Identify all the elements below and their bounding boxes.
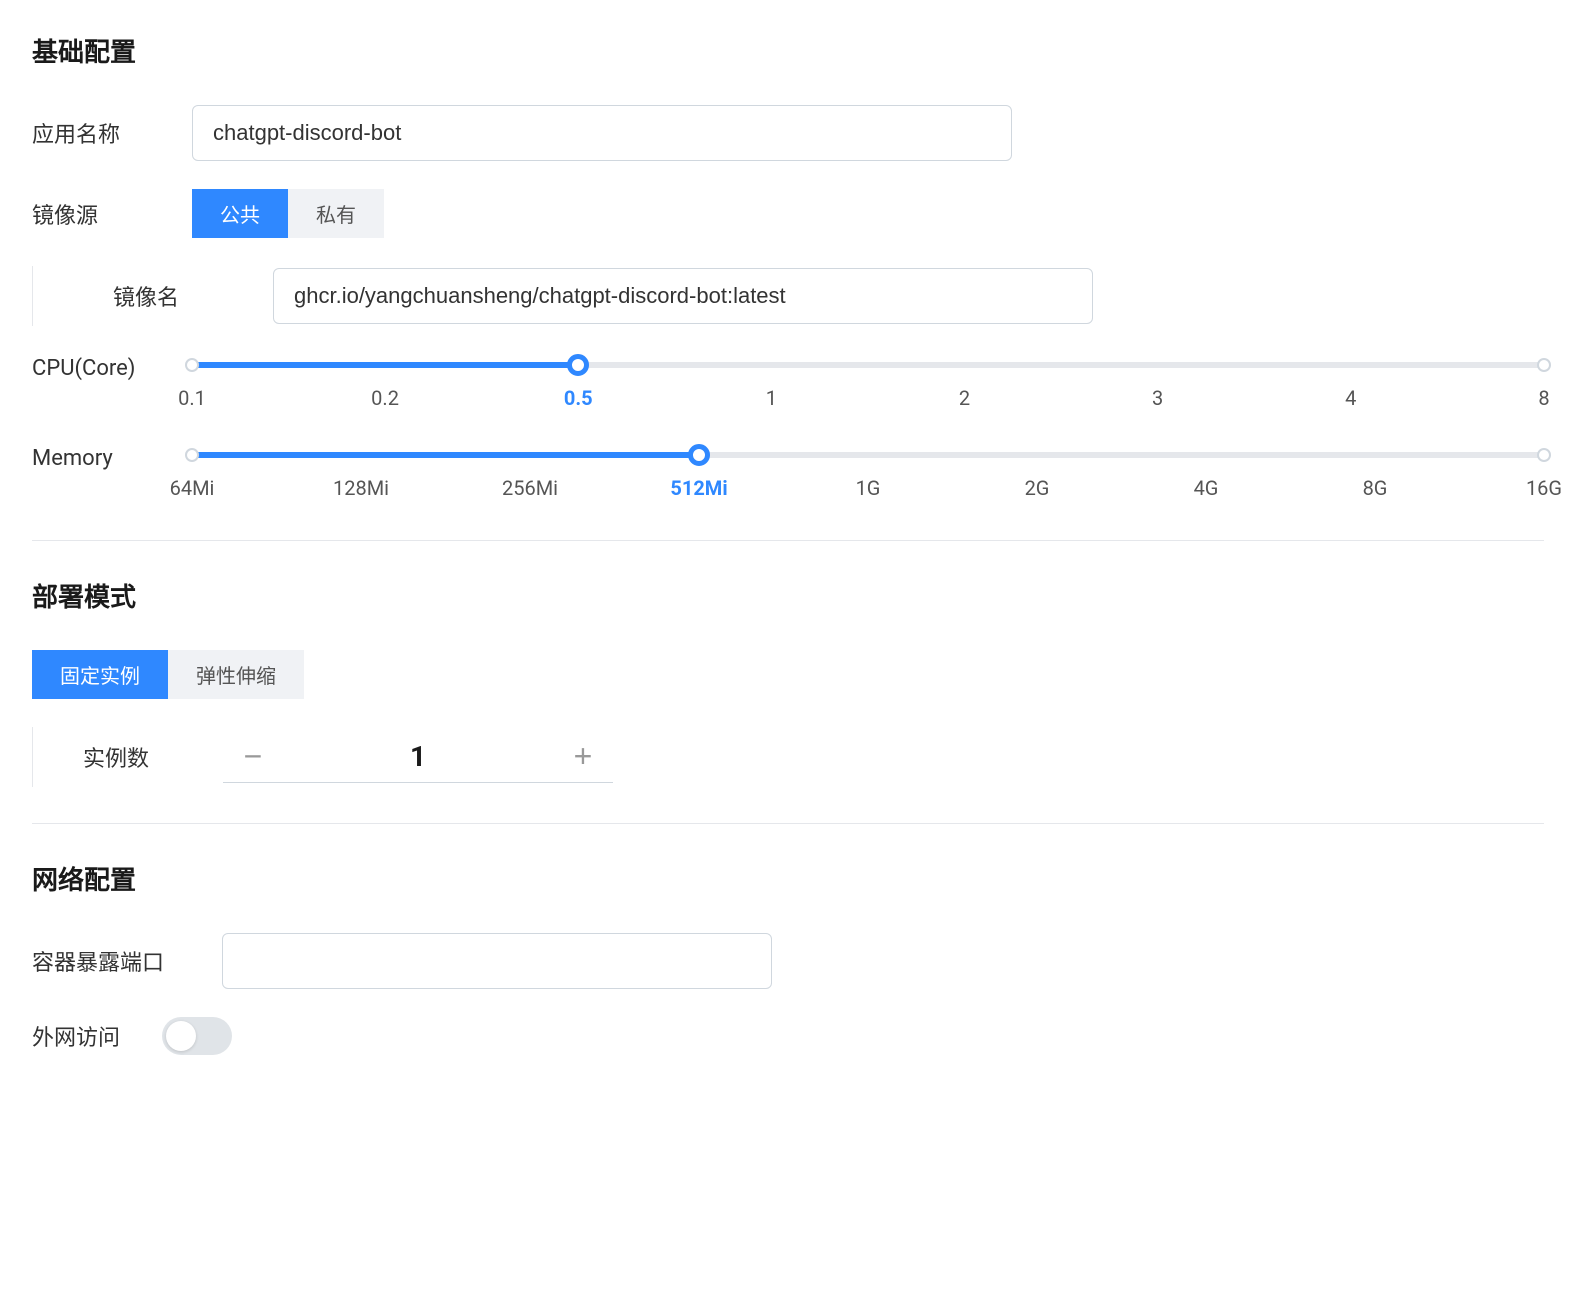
cpu-track xyxy=(192,362,1544,368)
memory-tick-0: 64Mi xyxy=(170,476,215,500)
memory-slider[interactable]: 64Mi 128Mi 256Mi 512Mi 1G 2G 4G 8G 16G xyxy=(192,444,1544,504)
memory-ticks: 64Mi 128Mi 256Mi 512Mi 1G 2G 4G 8G 16G xyxy=(192,476,1544,504)
instance-count-stepper: − 1 + xyxy=(223,732,613,783)
deploy-tabs: 固定实例 弹性伸缩 xyxy=(32,650,304,699)
memory-tick-4: 1G xyxy=(856,476,881,500)
memory-tick-3: 512Mi xyxy=(670,476,727,500)
divider-2 xyxy=(32,823,1544,824)
memory-tick-8: 16G xyxy=(1526,476,1562,500)
external-access-label: 外网访问 xyxy=(32,1020,162,1052)
cpu-ticks: 0.1 0.2 0.5 1 2 3 4 8 xyxy=(192,386,1544,414)
section-basic-title: 基础配置 xyxy=(32,32,1544,69)
app-name-input[interactable] xyxy=(192,105,1012,161)
cpu-tick-0: 0.1 xyxy=(178,386,206,410)
tab-fixed-instance[interactable]: 固定实例 xyxy=(32,650,168,699)
cpu-tick-2: 0.5 xyxy=(564,386,593,410)
app-name-row: 应用名称 xyxy=(32,105,1544,161)
memory-tick-2: 256Mi xyxy=(502,476,558,500)
tab-public[interactable]: 公共 xyxy=(192,189,288,238)
memory-start-dot xyxy=(185,448,199,462)
minus-icon: − xyxy=(244,738,263,775)
image-source-label: 镜像源 xyxy=(32,198,192,230)
image-name-row: 镜像名 xyxy=(32,266,1544,326)
plus-icon: + xyxy=(574,738,593,775)
memory-thumb[interactable] xyxy=(688,444,710,466)
external-access-row: 外网访问 xyxy=(32,1017,1544,1055)
section-network-title: 网络配置 xyxy=(32,860,1544,897)
cpu-start-dot xyxy=(185,358,199,372)
cpu-tick-3: 1 xyxy=(766,386,777,410)
tab-elastic-scaling[interactable]: 弹性伸缩 xyxy=(168,650,304,699)
cpu-thumb[interactable] xyxy=(567,354,589,376)
deploy-tabs-row: 固定实例 弹性伸缩 xyxy=(32,650,1544,699)
image-name-input[interactable] xyxy=(273,268,1093,324)
cpu-tick-1: 0.2 xyxy=(371,386,399,410)
tab-private[interactable]: 私有 xyxy=(288,189,384,238)
instance-count-row: 实例数 − 1 + xyxy=(32,727,1544,787)
memory-tick-5: 2G xyxy=(1025,476,1050,500)
memory-tick-6: 4G xyxy=(1194,476,1219,500)
port-input[interactable] xyxy=(222,933,772,989)
divider-1 xyxy=(32,540,1544,541)
memory-row: Memory 64Mi 128Mi 256Mi 512Mi 1G 2G 4G 8… xyxy=(32,444,1544,504)
external-access-toggle[interactable] xyxy=(162,1017,232,1055)
cpu-tick-5: 3 xyxy=(1152,386,1163,410)
toggle-knob xyxy=(166,1021,196,1051)
port-row: 容器暴露端口 xyxy=(32,933,1544,989)
memory-track xyxy=(192,452,1544,458)
indent-divider-2 xyxy=(32,727,33,787)
instance-count-label: 实例数 xyxy=(83,741,223,773)
section-deploy-title: 部署模式 xyxy=(32,577,1544,614)
cpu-slider[interactable]: 0.1 0.2 0.5 1 2 3 4 8 xyxy=(192,354,1544,414)
memory-tick-1: 128Mi xyxy=(333,476,389,500)
image-source-row: 镜像源 公共 私有 xyxy=(32,189,1544,238)
image-name-label: 镜像名 xyxy=(113,280,273,312)
app-name-label: 应用名称 xyxy=(32,117,192,149)
port-label: 容器暴露端口 xyxy=(32,945,222,977)
memory-label: Memory xyxy=(32,444,192,471)
memory-track-fill xyxy=(192,452,699,458)
indent-divider xyxy=(32,266,33,326)
stepper-decrement[interactable]: − xyxy=(223,732,283,782)
cpu-label: CPU(Core) xyxy=(32,354,192,381)
memory-end-dot xyxy=(1537,448,1551,462)
cpu-track-fill xyxy=(192,362,578,368)
stepper-value: 1 xyxy=(283,740,553,773)
cpu-end-dot xyxy=(1537,358,1551,372)
cpu-row: CPU(Core) 0.1 0.2 0.5 1 2 3 4 8 xyxy=(32,354,1544,414)
cpu-tick-7: 8 xyxy=(1538,386,1549,410)
image-source-tabs: 公共 私有 xyxy=(192,189,384,238)
cpu-tick-6: 4 xyxy=(1345,386,1356,410)
stepper-increment[interactable]: + xyxy=(553,732,613,782)
memory-tick-7: 8G xyxy=(1363,476,1388,500)
cpu-tick-4: 2 xyxy=(959,386,970,410)
